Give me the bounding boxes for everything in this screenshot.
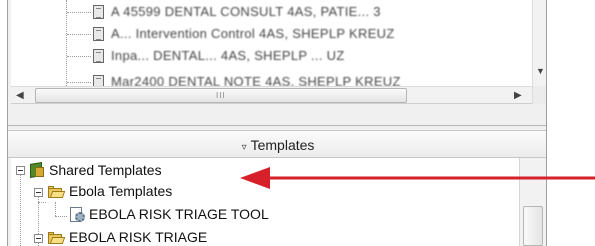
collapse-node-icon[interactable]	[34, 188, 43, 197]
tree-connector	[55, 216, 67, 217]
tree-connector	[20, 172, 21, 246]
document-icon	[93, 5, 104, 19]
open-folder-icon	[48, 186, 66, 198]
vertical-scrollbar[interactable]: ▼	[532, 0, 546, 86]
list-item-label: A... Intervention Control 4AS, SHEPLP KR…	[111, 26, 395, 41]
scroll-right-arrow-icon[interactable]: ▶	[514, 90, 522, 101]
vista-window: A 45599 DENTAL CONSULT 4AS, PATIE... 3 A…	[7, 0, 547, 246]
open-folder-icon	[48, 232, 66, 244]
collapse-arrow-icon[interactable]: ▿	[242, 142, 247, 153]
tree-connector	[55, 202, 56, 216]
list-item-label: A 45599 DENTAL CONSULT 4AS, PATIE... 3	[111, 4, 381, 19]
tree-node-label: EBOLA RISK TRIAGE TOOL	[89, 206, 269, 222]
templates-header-label: Templates	[250, 137, 315, 153]
list-item[interactable]: Mar2400 DENTAL NOTE 4AS, SHEPLP KREUZ	[11, 72, 532, 86]
tree-node-label: Ebola Templates	[69, 183, 173, 199]
tree-node-label: Shared Templates	[49, 162, 162, 178]
document-icon	[93, 49, 104, 63]
tree-connector	[38, 202, 46, 203]
templates-panel-header[interactable]: ▿ Templates	[8, 130, 546, 158]
horizontal-scrollbar[interactable]: ◀ III ▶	[11, 86, 532, 104]
list-item-label: Mar2400 DENTAL NOTE 4AS, SHEPLP KREUZ	[111, 74, 401, 86]
list-item[interactable]: A... Intervention Control 4AS, SHEPLP KR…	[11, 24, 532, 44]
panel-divider[interactable]	[8, 125, 546, 126]
document-icon	[93, 75, 104, 86]
scroll-left-arrow-icon[interactable]: ◀	[16, 90, 24, 101]
list-item[interactable]: Inpa... DENTAL... 4AS, SHEPLP ... UZ	[11, 46, 532, 66]
shared-templates-icon	[28, 161, 46, 179]
scrollbar-grip: III	[216, 91, 226, 100]
template-tool-icon	[68, 206, 86, 224]
note-list: A 45599 DENTAL CONSULT 4AS, PATIE... 3 A…	[11, 0, 532, 86]
scrollbar-thumb[interactable]: III	[35, 88, 407, 103]
scroll-down-arrow-icon[interactable]: ▼	[536, 66, 545, 76]
list-item-label: Inpa... DENTAL... 4AS, SHEPLP ... UZ	[111, 48, 345, 63]
callout-arrow-icon	[240, 167, 595, 189]
collapse-node-icon[interactable]	[34, 234, 43, 243]
collapse-node-icon[interactable]	[16, 166, 25, 175]
tree-node-label: EBOLA RISK TRIAGE	[69, 229, 208, 245]
scrollbar-corner	[532, 86, 546, 104]
list-item[interactable]: A 45599 DENTAL CONSULT 4AS, PATIE... 3	[11, 2, 532, 22]
scrollbar-thumb[interactable]	[523, 206, 543, 246]
document-icon	[93, 27, 104, 41]
